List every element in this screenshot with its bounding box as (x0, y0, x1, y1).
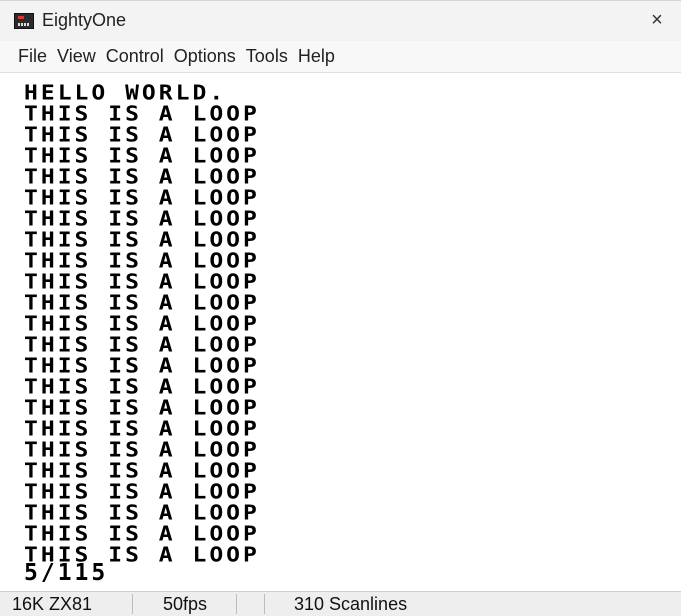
zx81-app-icon (14, 13, 34, 29)
emulator-window: EightyOne × File View Control Options To… (0, 0, 681, 616)
screen-loop-line: THIS IS A LOOP (24, 438, 260, 462)
screen-loop-line: THIS IS A LOOP (24, 480, 260, 504)
window-title: EightyOne (42, 10, 127, 30)
menu-options[interactable]: Options (174, 46, 236, 67)
screen-loop-line: THIS IS A LOOP (24, 228, 260, 252)
status-divider (236, 594, 237, 614)
screen-loop-line: THIS IS A LOOP (24, 123, 260, 147)
menu-bar: File View Control Options Tools Help (0, 41, 681, 73)
screen-loop-line: THIS IS A LOOP (24, 312, 260, 336)
menu-tools[interactable]: Tools (246, 46, 288, 67)
screen-loop-line: THIS IS A LOOP (24, 522, 260, 546)
screen-loop-line: THIS IS A LOOP (24, 333, 260, 357)
screen-loop-line: THIS IS A LOOP (24, 375, 260, 399)
screen-loop-line: THIS IS A LOOP (24, 102, 260, 126)
screen-loop-line: THIS IS A LOOP (24, 249, 260, 273)
menu-view[interactable]: View (57, 46, 96, 67)
status-machine: 16K ZX81 (12, 594, 93, 614)
menu-control[interactable]: Control (106, 46, 164, 67)
status-divider (264, 594, 265, 614)
screen-loop-line: THIS IS A LOOP (24, 207, 260, 231)
emulator-screen[interactable]: HELLO WORLD. THIS IS A LOOP THIS IS A LOO… (0, 74, 681, 591)
report-code: 5/115 (24, 560, 109, 586)
screen-loop-line: THIS IS A LOOP (24, 144, 260, 168)
screen-loop-line: THIS IS A LOOP (24, 291, 260, 315)
screen-loop-line: THIS IS A LOOP (24, 459, 260, 483)
screen-loop-line: THIS IS A LOOP (24, 396, 260, 420)
screen-header-line: HELLO WORLD. (24, 81, 227, 105)
status-bar: 16K ZX81 50fps 310 Scanlines (0, 591, 681, 616)
screen-loop-line: THIS IS A LOOP (24, 186, 260, 210)
screen-loop-line: THIS IS A LOOP (24, 270, 260, 294)
status-scanlines: 310 Scanlines (294, 594, 408, 614)
status-fps: 50fps (163, 594, 208, 614)
screen-loop-line: THIS IS A LOOP (24, 417, 260, 441)
menu-file[interactable]: File (18, 46, 47, 67)
title-bar[interactable]: EightyOne × (0, 1, 681, 41)
status-divider (132, 594, 133, 614)
screen-loop-line: THIS IS A LOOP (24, 354, 260, 378)
close-button[interactable]: × (641, 5, 673, 35)
screen-loop-line: THIS IS A LOOP (24, 165, 260, 189)
close-icon: × (651, 9, 663, 31)
menu-help[interactable]: Help (298, 46, 335, 67)
screen-loop-line: THIS IS A LOOP (24, 501, 260, 525)
